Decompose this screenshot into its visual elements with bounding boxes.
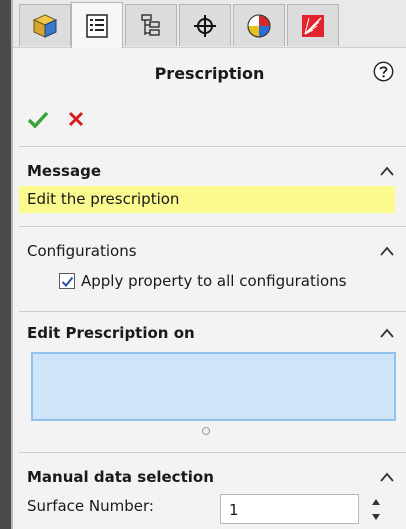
tab-addin-manager[interactable]: [287, 4, 339, 46]
surface-number-stepper[interactable]: [364, 494, 388, 524]
triangle-up-icon: [372, 498, 380, 505]
surface-number-label: Surface Number:: [27, 497, 154, 515]
divider: [19, 226, 406, 227]
divider: [19, 146, 406, 147]
color-wheel-icon: [247, 14, 271, 37]
section-title: Configurations: [27, 242, 137, 260]
tab-configuration-manager[interactable]: [125, 4, 177, 46]
apply-all-configurations-checkbox[interactable]: [59, 273, 75, 289]
manager-tab-strip: [13, 0, 406, 48]
section-title: Edit Prescription on: [27, 324, 195, 342]
chevron-up-icon[interactable]: [380, 166, 394, 176]
cube-icon: [32, 13, 58, 38]
property-list-icon: [86, 13, 108, 38]
edit-prescription-section-header[interactable]: Edit Prescription on: [19, 322, 394, 346]
apply-all-configurations-option[interactable]: Apply property to all configurations: [59, 270, 347, 292]
help-icon[interactable]: [373, 61, 394, 82]
chevron-up-icon[interactable]: [380, 472, 394, 482]
tab-dimxpert-manager[interactable]: [179, 4, 231, 46]
ok-checkmark-icon[interactable]: [27, 110, 49, 128]
chevron-up-icon[interactable]: [380, 328, 394, 338]
message-text: Edit the prescription: [19, 186, 395, 213]
lens-addin-icon: [302, 14, 324, 37]
chevron-up-icon[interactable]: [380, 246, 394, 256]
cancel-x-icon[interactable]: [68, 111, 84, 127]
panel-header: Prescription: [13, 48, 406, 96]
resize-handle[interactable]: [202, 427, 210, 435]
selection-list-box[interactable]: [31, 352, 396, 421]
spin-up-button[interactable]: [364, 494, 388, 509]
configuration-tree-icon: [141, 13, 160, 36]
tab-display-manager[interactable]: [233, 4, 285, 46]
crosshair-icon: [194, 14, 216, 37]
section-title: Message: [27, 162, 101, 180]
triangle-down-icon: [372, 513, 380, 520]
divider: [19, 452, 406, 453]
page-title: Prescription: [154, 64, 265, 83]
section-title: Manual data selection: [27, 468, 214, 486]
manual-data-section-header[interactable]: Manual data selection: [19, 466, 394, 490]
tab-property-manager[interactable]: [71, 2, 123, 48]
window-frame-edge: [0, 0, 11, 529]
property-manager-panel: Prescription Message Edit the prescripti…: [13, 0, 406, 529]
tab-feature-manager[interactable]: [19, 4, 71, 46]
divider: [19, 311, 406, 312]
message-section-header[interactable]: Message: [19, 160, 394, 184]
configurations-section-header[interactable]: Configurations: [19, 240, 394, 264]
spin-down-button[interactable]: [364, 509, 388, 524]
checkbox-label: Apply property to all configurations: [81, 272, 347, 290]
surface-number-input[interactable]: 1: [220, 494, 359, 524]
checkmark-icon: [61, 276, 74, 287]
